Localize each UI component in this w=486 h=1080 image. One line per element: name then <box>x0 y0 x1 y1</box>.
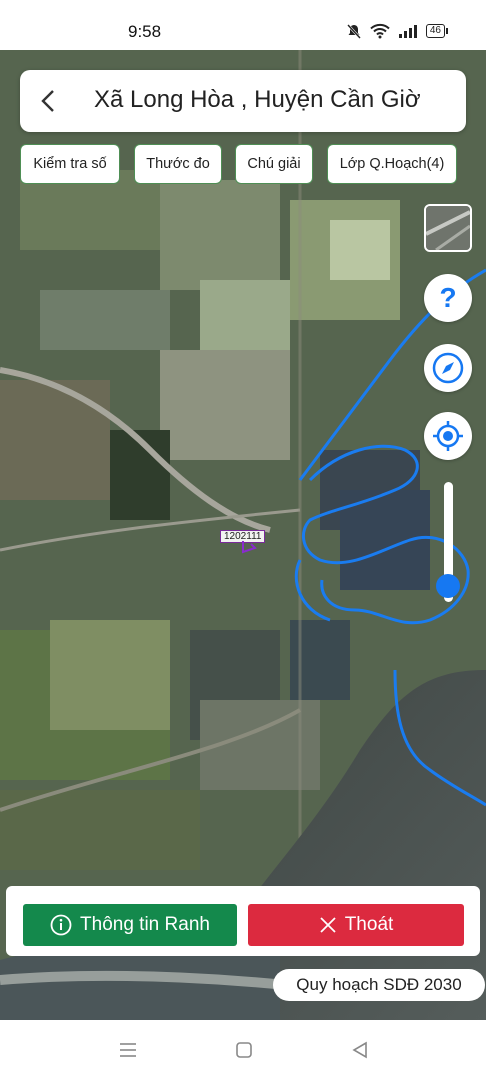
parcel-boundary[interactable] <box>241 540 257 554</box>
exit-label: Thoát <box>344 914 394 935</box>
status-icons: 46 <box>346 23 448 39</box>
info-icon <box>50 914 72 936</box>
legend-button[interactable]: Chú giải <box>235 144 313 184</box>
status-time: 9:58 <box>128 22 162 41</box>
my-location-button[interactable] <box>424 412 472 460</box>
zoom-slider-handle[interactable] <box>436 574 460 598</box>
battery-label: 46 <box>425 24 445 38</box>
mute-icon <box>346 24 361 39</box>
exit-button[interactable]: Thoát <box>248 904 464 946</box>
compass-icon <box>432 352 464 384</box>
planning-layers-button[interactable]: Lớp Q.Hoạch(4) <box>327 144 457 184</box>
close-icon <box>320 917 336 933</box>
compass-button[interactable] <box>424 344 472 392</box>
help-button[interactable]: ? <box>424 274 472 322</box>
wifi-icon <box>370 23 390 39</box>
ruler-button[interactable]: Thước đo <box>134 144 222 184</box>
locate-icon <box>433 421 463 451</box>
menu-icon[interactable] <box>118 1040 138 1060</box>
header-card: Xã Long Hòa , Huyện Cần Giờ <box>20 70 466 132</box>
back-nav-icon[interactable] <box>350 1040 370 1060</box>
system-nav-bar <box>0 1020 486 1080</box>
back-icon[interactable] <box>36 88 62 114</box>
help-icon: ? <box>439 283 456 313</box>
page-title: Xã Long Hòa , Huyện Cần Giờ <box>94 86 421 113</box>
boundary-info-button[interactable]: Thông tin Ranh <box>23 904 237 946</box>
svg-text:?: ? <box>439 283 456 313</box>
check-number-button[interactable]: Kiểm tra số <box>20 144 120 184</box>
battery-icon: 46 <box>425 24 448 38</box>
boundary-info-label: Thông tin Ranh <box>80 914 210 935</box>
action-panel: Thông tin Ranh Thoát <box>6 886 480 956</box>
home-icon[interactable] <box>234 1040 254 1060</box>
planning-badge[interactable]: Quy hoạch SDĐ 2030 <box>273 969 485 1001</box>
basemap-thumbnail-icon <box>426 206 470 250</box>
signal-icon <box>398 25 417 38</box>
status-bar: 9:58 46 <box>0 0 486 50</box>
basemap-toggle[interactable] <box>424 204 472 252</box>
